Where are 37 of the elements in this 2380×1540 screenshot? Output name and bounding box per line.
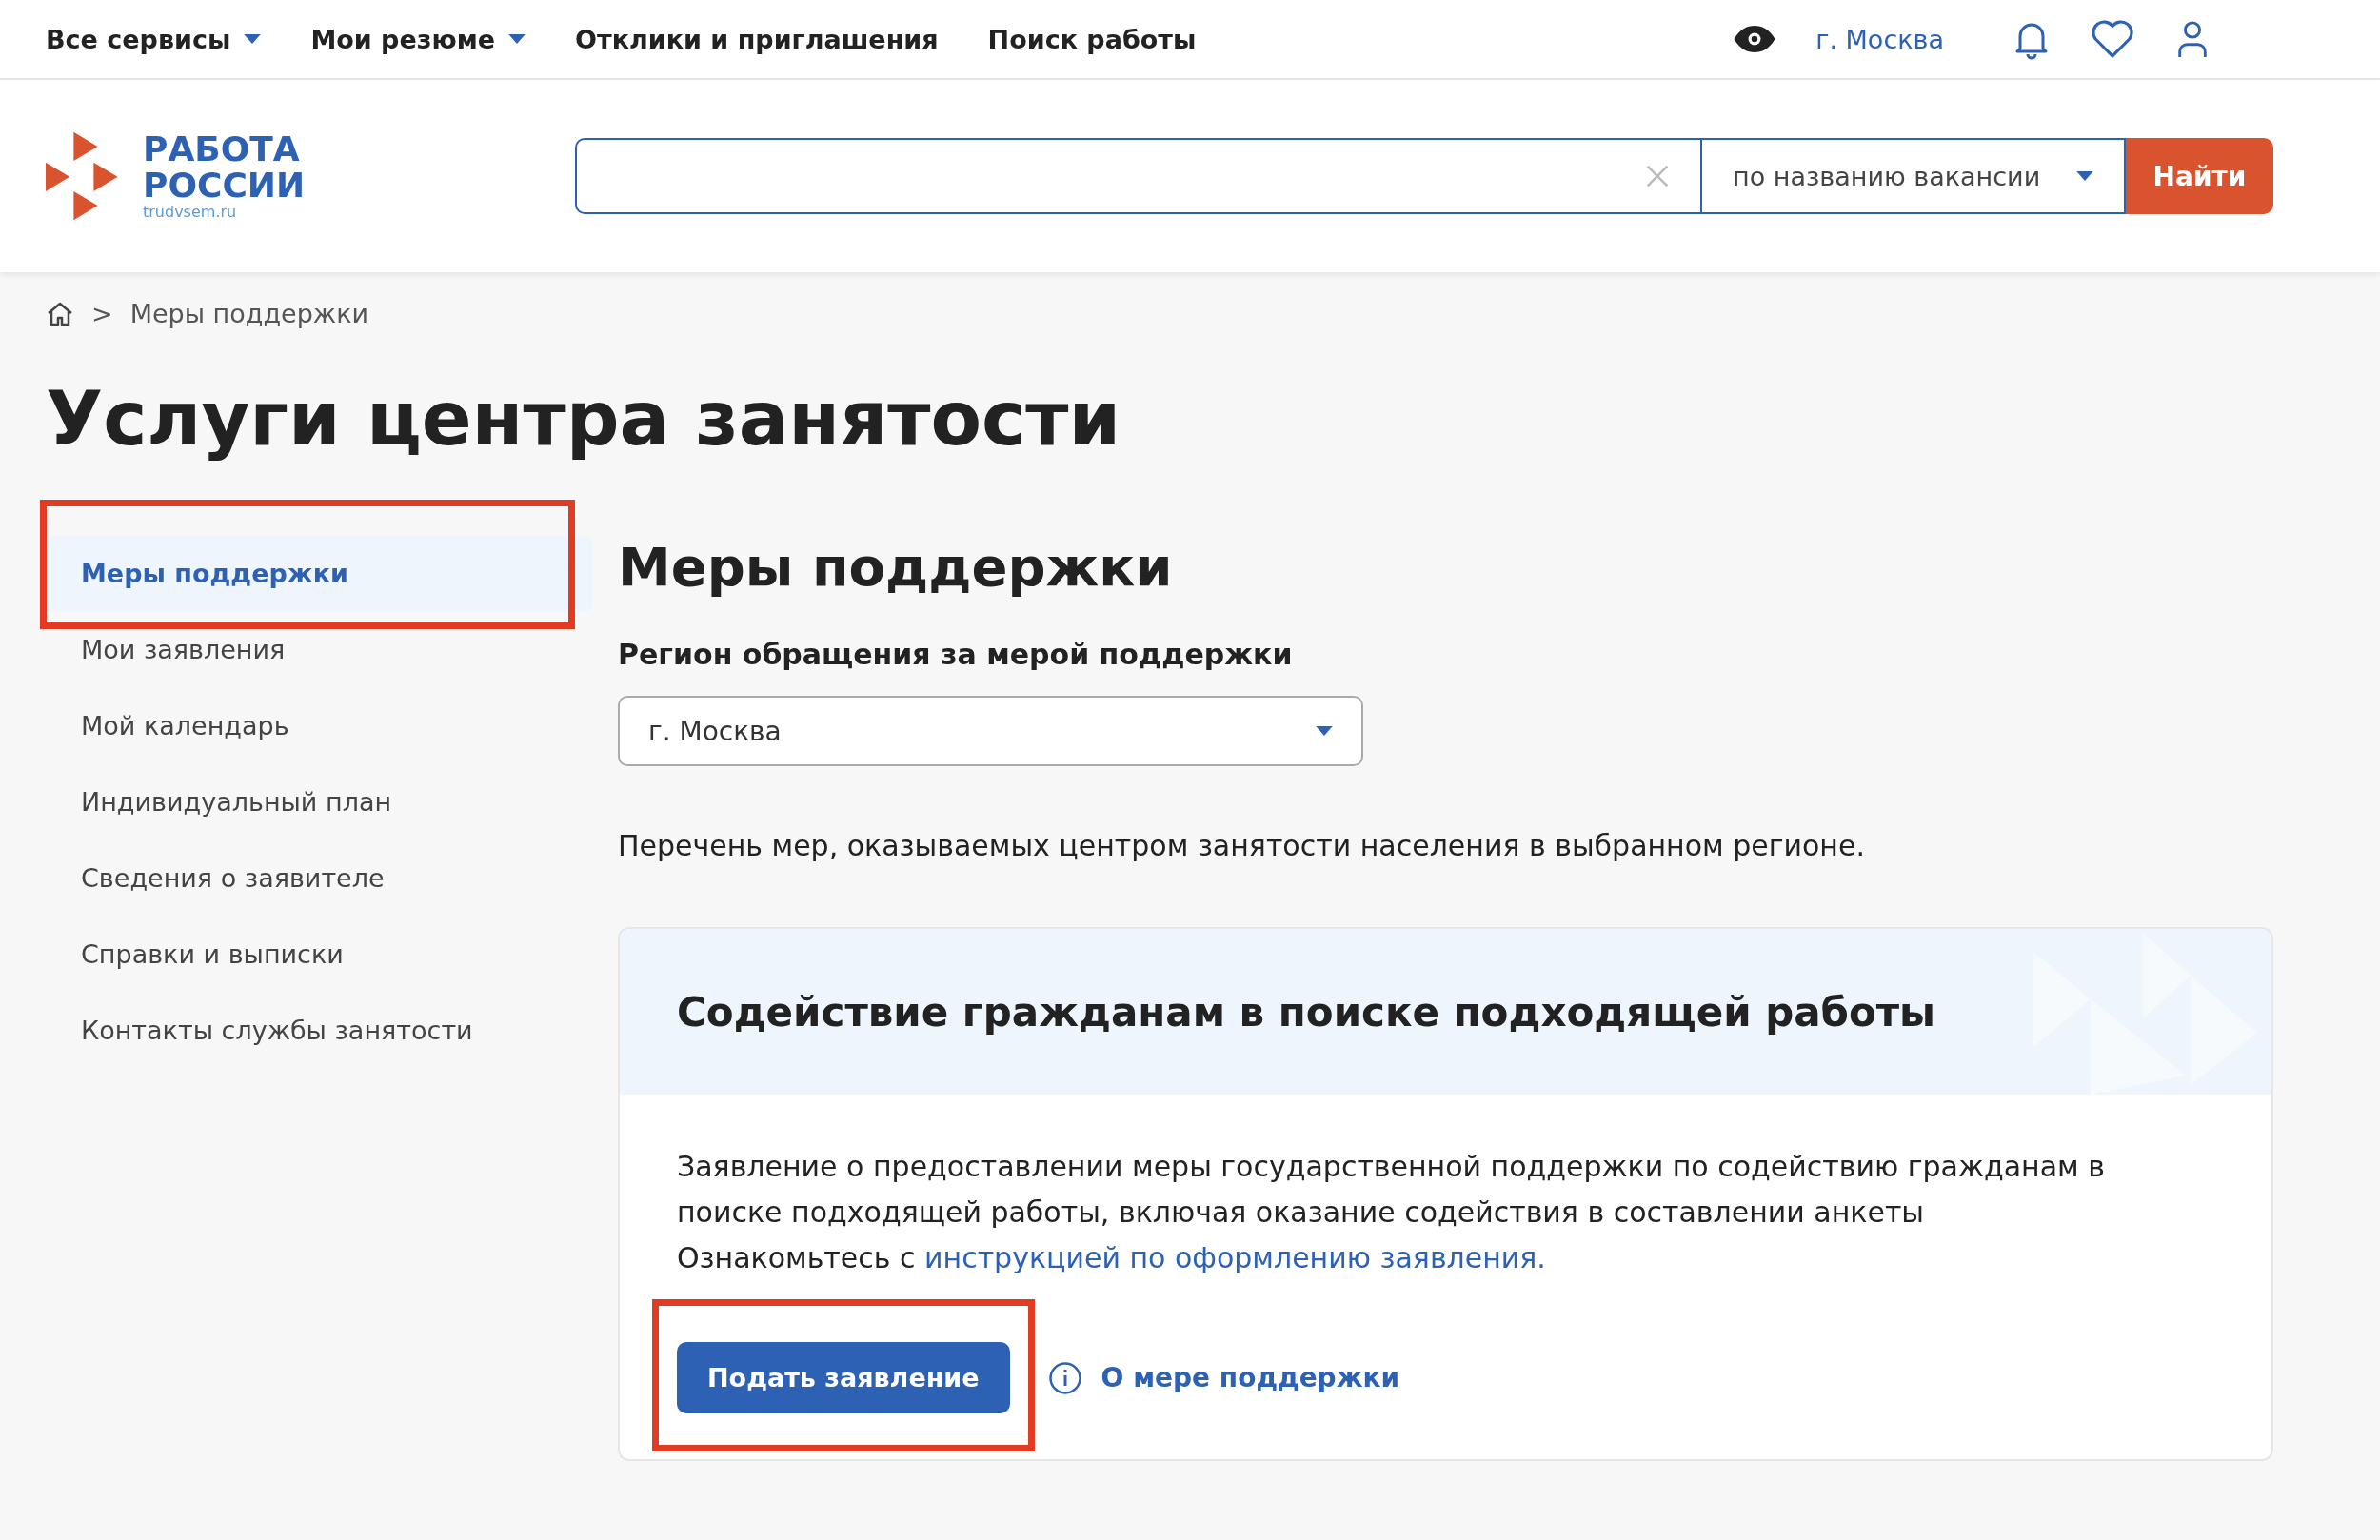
intro-text: Перечень мер, оказываемых центром занятости населения в выбранном регионе. xyxy=(618,829,1866,862)
breadcrumb-separator: > xyxy=(91,299,113,328)
caret-icon xyxy=(1316,726,1333,736)
section-title: Меры поддержки xyxy=(618,536,1174,598)
logo-text: РАБОТА xyxy=(143,130,301,168)
nav-link[interactable]: Мои резюме xyxy=(310,24,526,54)
search-field[interactable] xyxy=(575,138,1702,214)
search-button[interactable]: Найти xyxy=(2126,138,2273,214)
sidebar-item[interactable]: Сведения о заявителе xyxy=(81,862,385,895)
sidebar-item[interactable]: Мои заявления xyxy=(81,634,286,666)
sidebar-item[interactable]: Индивидуальный план xyxy=(81,786,392,819)
eye-icon[interactable] xyxy=(1734,26,1776,52)
logo-text: РОССИИ xyxy=(143,167,306,204)
sidebar-item[interactable]: Контакты службы занятости xyxy=(81,1015,473,1047)
sidebar-item[interactable]: Справки и выписки xyxy=(81,938,344,971)
page-title: Услуги центра занятости xyxy=(46,376,1122,462)
sidebar-item[interactable]: Мой календарь xyxy=(81,710,289,742)
breadcrumb-current: Меры поддержки xyxy=(129,299,368,328)
field-label: Регион обращения за мерой поддержки xyxy=(618,638,1294,671)
home-icon[interactable] xyxy=(46,300,74,327)
nav-link[interactable]: Все сервисы xyxy=(46,24,262,54)
apply-button[interactable]: Подать заявление xyxy=(677,1342,1010,1413)
instruction-link[interactable]: инструкцией по оформлению заявления. xyxy=(924,1241,1546,1274)
heart-icon[interactable] xyxy=(2091,19,2134,59)
info-link[interactable]: О мере поддержки xyxy=(1101,1362,1400,1393)
card-title: Содействие гражданам в поиске подходящей работы xyxy=(677,988,1936,1036)
caret-icon xyxy=(2076,171,2093,181)
region-dropdown[interactable]: г. Москва xyxy=(618,696,1363,766)
logo-domain: trudvsem.ru xyxy=(143,203,238,222)
nav-link[interactable]: Отклики и приглашения xyxy=(575,24,939,54)
card-description: Заявление о предоставлении меры государственной поддержки по содействию гражданам в поиске подходящей работы, включая оказание содействия в составлении анкеты xyxy=(677,1149,2106,1231)
sidebar-item[interactable]: Меры поддержки xyxy=(46,536,593,612)
city-link[interactable]: г. Москва xyxy=(1815,24,1944,54)
info-icon[interactable] xyxy=(1047,1360,1082,1395)
nav-link[interactable]: Поиск работы xyxy=(987,24,1197,54)
instruction-text: Ознакомьтесь с инструкцией по оформлению заявления. xyxy=(677,1240,1547,1276)
search-mode-dropdown[interactable]: по названию вакансии xyxy=(1702,138,2126,214)
